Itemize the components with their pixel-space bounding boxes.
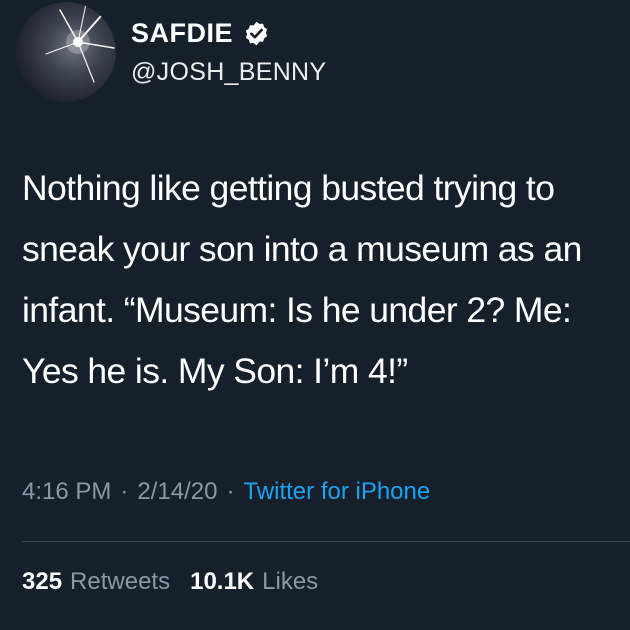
tweet-header: SAFDIE @JOSH_BENNY bbox=[131, 16, 326, 87]
likes-count: 10.1K bbox=[190, 568, 255, 595]
likes-label: Likes bbox=[262, 568, 319, 595]
avatar[interactable] bbox=[16, 2, 116, 102]
tweet-meta: 4:16 PM · 2/14/20 · Twitter for iPhone bbox=[22, 478, 430, 506]
star-burst-icon bbox=[45, 3, 115, 83]
tweet-source-link[interactable]: Twitter for iPhone bbox=[243, 478, 430, 506]
tweet-text: Nothing like getting busted trying to sn… bbox=[22, 168, 582, 391]
retweets-label: Retweets bbox=[70, 568, 171, 595]
tweet-card: SAFDIE @JOSH_BENNY Nothing like getting … bbox=[0, 0, 630, 630]
meta-separator: · bbox=[226, 478, 235, 505]
meta-separator: · bbox=[120, 478, 129, 505]
tweet-time[interactable]: 4:16 PM bbox=[22, 478, 111, 506]
verified-badge-icon bbox=[245, 21, 268, 45]
user-handle[interactable]: @JOSH_BENNY bbox=[131, 58, 326, 87]
tweet-stats: 325 Retweets 10.1K Likes bbox=[22, 568, 318, 596]
name-row: SAFDIE bbox=[131, 16, 326, 50]
retweets-count: 325 bbox=[22, 568, 63, 595]
likes-stat[interactable]: 10.1K Likes bbox=[190, 568, 318, 596]
tweet-date[interactable]: 2/14/20 bbox=[137, 478, 217, 506]
display-name[interactable]: SAFDIE bbox=[131, 18, 233, 49]
divider bbox=[22, 541, 630, 542]
retweets-stat[interactable]: 325 Retweets bbox=[22, 568, 170, 596]
